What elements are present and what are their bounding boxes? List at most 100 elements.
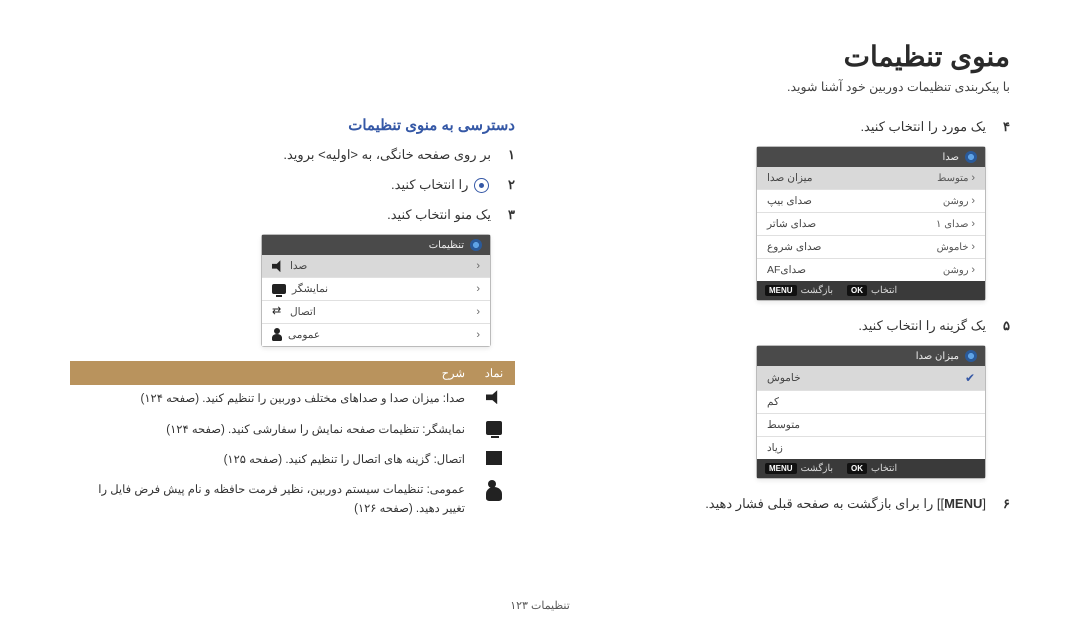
step-3: ۳ یک منو انتخاب کنید. <box>70 204 515 226</box>
select-button[interactable]: OK انتخاب <box>847 463 897 474</box>
volume-option-off[interactable]: ✔ خاموش <box>757 366 985 391</box>
table-desc: نمایشگر: تنظیمات صفحه نمایش را سفارشی کن… <box>70 416 473 446</box>
page-title: منوی تنظیمات <box>70 40 1010 73</box>
select-button[interactable]: OK انتخاب <box>847 285 897 296</box>
table-row: عمومی: تنظیمات سیستم دوربین، نظیر فرمت ح… <box>70 476 515 523</box>
menu-footer: MENU بازگشت OK انتخاب <box>757 281 985 300</box>
volume-option-high[interactable]: زیاد <box>757 437 985 459</box>
display-icon <box>486 421 502 435</box>
chevron-left-icon: ‹ <box>476 306 480 318</box>
item-value: روشن <box>943 196 969 207</box>
menu-item-sound[interactable]: ‹ صدا <box>262 255 490 278</box>
gear-icon <box>965 151 977 163</box>
volume-option-low[interactable]: کم <box>757 391 985 414</box>
item-value: متوسط <box>937 173 968 184</box>
chevron-left-icon: ‹ <box>476 260 480 272</box>
table-row: صدا: میزان صدا و صداهای مختلف دوربین را … <box>70 385 515 415</box>
step-text: بر روی صفحه خانگی، به <اولیه> بروید. <box>70 144 491 166</box>
section-title: دسترسی به منوی تنظیمات <box>70 116 515 134</box>
check-icon: ✔ <box>965 371 975 385</box>
ok-key-icon: OK <box>847 463 867 474</box>
table-head-icon: نماد <box>473 361 515 385</box>
table-desc: صدا: میزان صدا و صداهای مختلف دوربین را … <box>70 385 473 415</box>
speaker-icon <box>272 260 284 272</box>
table-row: اتصال: گزینه های اتصال را تنظیم کنید. (ص… <box>70 446 515 476</box>
sound-item-startup[interactable]: ‹ خاموش صدای شروع <box>757 236 985 259</box>
menu-item-display[interactable]: ‹ نمایشگر <box>262 278 490 301</box>
step-number: ۳ <box>501 204 515 226</box>
person-icon <box>486 487 502 501</box>
table-desc: عمومی: تنظیمات سیستم دوربین، نظیر فرمت ح… <box>70 476 473 523</box>
connection-icon <box>486 451 502 465</box>
gear-icon <box>965 350 977 362</box>
step-number: ۴ <box>996 116 1010 138</box>
menu-item-label: نمایشگر <box>292 283 328 295</box>
page-subtitle: با پیکربندی تنظیمات دوربین خود آشنا شوید… <box>70 79 1010 94</box>
menu-key-icon: MENU <box>765 463 797 474</box>
menu-header: صدا <box>757 147 985 167</box>
select-label: انتخاب <box>871 463 897 474</box>
menu-key-icon: MENU <box>765 285 797 296</box>
menu-header-title: میزان صدا <box>916 351 959 362</box>
connection-icon <box>272 306 284 318</box>
sound-item-shutter[interactable]: ‹ صدای ۱ صدای شاتر <box>757 213 985 236</box>
sound-item-beep[interactable]: ‹ روشن صدای بیپ <box>757 190 985 213</box>
step-number: ۱ <box>501 144 515 166</box>
menu-key-text: MENU <box>944 496 982 511</box>
volume-option-medium[interactable]: متوسط <box>757 414 985 437</box>
menu-header-title: تنظیمات <box>429 240 464 251</box>
step-4: ۴ یک مورد را انتخاب کنید. <box>565 116 1010 138</box>
step-text-after: را انتخاب کنید. <box>391 177 472 192</box>
sound-settings-box: صدا ‹ متوسط میزان صدا ‹ روشن صدای بیپ ‹ … <box>756 146 986 301</box>
step-2: ۲ را انتخاب کنید. <box>70 174 515 196</box>
gear-icon <box>470 239 482 251</box>
back-label: بازگشت <box>801 285 833 296</box>
item-label: صدای بیپ <box>767 195 812 207</box>
menu-header-title: صدا <box>942 152 959 163</box>
step-text: [MENU]] را برای بازگشت به صفحه قبلی فشار… <box>565 493 986 515</box>
menu-item-label: صدا <box>290 260 307 272</box>
menu-item-general[interactable]: ‹ عمومی <box>262 324 490 346</box>
chevron-left-icon: ‹ <box>476 329 480 341</box>
step-5: ۵ یک گزینه را انتخاب کنید. <box>565 315 1010 337</box>
table-head-desc: شرح <box>70 361 473 385</box>
menu-item-connection[interactable]: ‹ اتصال <box>262 301 490 324</box>
back-button[interactable]: MENU بازگشت <box>765 463 833 474</box>
chevron-left-icon: ‹ <box>476 283 480 295</box>
step-text: را انتخاب کنید. <box>70 174 491 196</box>
step-1: ۱ بر روی صفحه خانگی، به <اولیه> بروید. <box>70 144 515 166</box>
select-label: انتخاب <box>871 285 897 296</box>
menu-header: تنظیمات <box>262 235 490 255</box>
ok-key-icon: OK <box>847 285 867 296</box>
option-label: خاموش <box>767 372 801 384</box>
item-value: روشن <box>943 265 969 276</box>
item-value: صدای ۱ <box>936 219 969 230</box>
item-label: صدای شاتر <box>767 218 816 230</box>
step-6: ۶ [MENU]] را برای بازگشت به صفحه قبلی فش… <box>565 493 1010 515</box>
option-label: کم <box>767 396 779 408</box>
step-text: یک منو انتخاب کنید. <box>70 204 491 226</box>
sound-item-af[interactable]: ‹ روشن صدایAF <box>757 259 985 281</box>
volume-options-box: میزان صدا ✔ خاموش کم متوسط <box>756 345 986 479</box>
step-text: یک گزینه را انتخاب کنید. <box>565 315 986 337</box>
item-value: خاموش <box>937 242 969 253</box>
speaker-icon <box>486 390 502 404</box>
table-row: نمایشگر: تنظیمات صفحه نمایش را سفارشی کن… <box>70 416 515 446</box>
item-label: میزان صدا <box>767 172 812 184</box>
item-label: صدایAF <box>767 264 806 276</box>
item-label: صدای شروع <box>767 241 821 253</box>
sound-item-volume[interactable]: ‹ متوسط میزان صدا <box>757 167 985 190</box>
back-button[interactable]: MENU بازگشت <box>765 285 833 296</box>
display-icon <box>272 284 286 294</box>
menu-footer: MENU بازگشت OK انتخاب <box>757 459 985 478</box>
step-number: ۵ <box>996 315 1010 337</box>
step-text: یک مورد را انتخاب کنید. <box>565 116 986 138</box>
right-column: دسترسی به منوی تنظیمات ۱ بر روی صفحه خان… <box>70 116 515 523</box>
description-table: نماد شرح صدا: میزان صدا و صداهای مختلف د… <box>70 361 515 523</box>
back-label: بازگشت <box>801 463 833 474</box>
menu-item-label: عمومی <box>288 329 320 341</box>
table-desc: اتصال: گزینه های اتصال را تنظیم کنید. (ص… <box>70 446 473 476</box>
settings-circle-icon <box>474 178 489 193</box>
left-column: ۴ یک مورد را انتخاب کنید. صدا ‹ متوسط می… <box>565 116 1010 523</box>
page-footer: تنظیمات ۱۲۳ <box>0 599 1080 612</box>
